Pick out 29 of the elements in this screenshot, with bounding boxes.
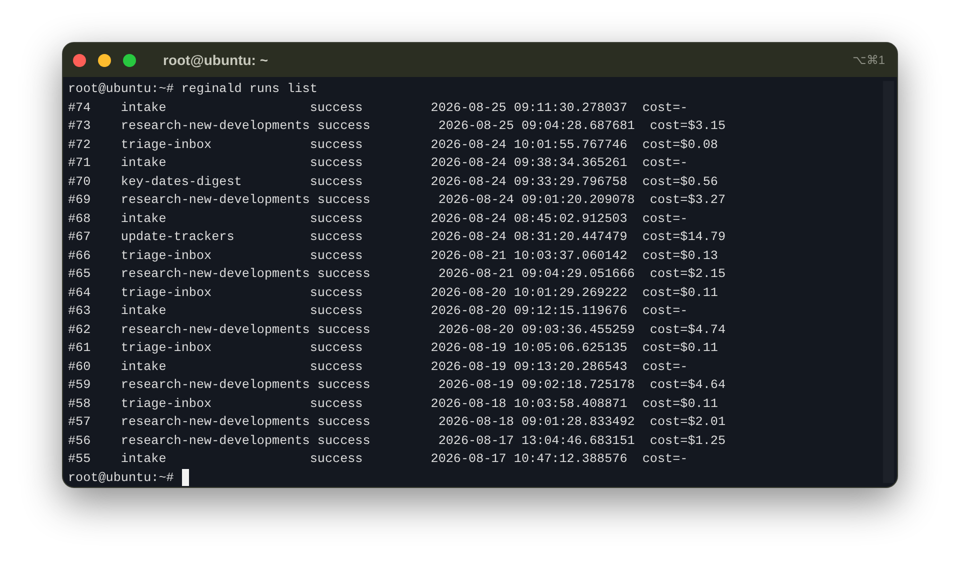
terminal-line: #64 triage-inbox success 2026-08-20 10:01:29.269222 cost=$0.11 (68, 284, 718, 302)
minimize-button[interactable] (98, 54, 111, 66)
window-title: root@ubuntu: ~ (163, 50, 268, 70)
shortcut-label: ⌥⌘1 (852, 52, 885, 69)
terminal-line: #60 intake success 2026-08-19 09:13:20.286543 cost=- (68, 358, 688, 376)
terminal-line: #70 key-dates-digest success 2026-08-24 09:33:29.796758 cost=$0.56 (68, 174, 718, 190)
terminal-line: #73 research-new-developments success 2026-08-25 09:04:28.687681 cost=$3.15 (68, 118, 726, 135)
terminal-line: #66 triage-inbox success 2026-08-21 10:03:37.060142 cost=$0.13 (68, 248, 718, 264)
terminal-line: #65 research-new-developments success 2026-08-21 09:04:29.051666 cost=$2.15 (68, 266, 726, 283)
terminal-line: #59 research-new-developments success 2026-08-19 09:02:18.725178 cost=$4.64 (68, 377, 726, 394)
terminal-line: #68 intake success 2026-08-24 08:45:02.912503 cost=- (68, 210, 688, 228)
terminal-line: #67 update-trackers success 2026-08-24 08:31:20.447479 cost=$14.79 (68, 229, 726, 246)
terminal-line: #57 research-new-developments success 2026-08-18 09:01:28.833492 cost=$2.01 (68, 414, 726, 431)
text-cursor (182, 469, 189, 486)
close-button[interactable] (73, 54, 86, 66)
terminal-line: #63 intake success 2026-08-20 09:12:15.119676 cost=- (68, 303, 688, 320)
terminal-line: #61 triage-inbox success 2026-08-19 10:05:06.625135 cost=$0.11 (68, 340, 718, 357)
scrollbar-track[interactable] (883, 81, 894, 483)
terminal-line: #71 intake success 2026-08-24 09:38:34.365261 cost=- (68, 155, 688, 172)
maximize-button[interactable] (123, 54, 136, 66)
terminal-line: #56 research-new-developments success 2026-08-17 13:04:46.683151 cost=$1.25 (68, 432, 726, 450)
terminal-line: #74 intake success 2026-08-25 09:11:30.278037 cost=- (68, 100, 688, 116)
terminal-line: root@ubuntu:~# reginald runs list (68, 81, 318, 98)
terminal-line: #58 triage-inbox success 2026-08-18 10:03:58.408871 cost=$0.11 (68, 396, 718, 412)
shell-prompt: root@ubuntu:~# (68, 470, 174, 486)
terminal-line: #62 research-new-developments success 2026-08-20 09:03:36.455259 cost=$4.74 (68, 322, 726, 338)
terminal-line: #55 intake success 2026-08-17 10:47:12.388576 cost=- (68, 451, 688, 468)
terminal-line: #72 triage-inbox success 2026-08-24 10:01:55.767746 cost=$0.08 (68, 136, 718, 154)
terminal-line: #69 research-new-developments success 2026-08-24 09:01:20.209078 cost=$3.27 (68, 192, 726, 209)
